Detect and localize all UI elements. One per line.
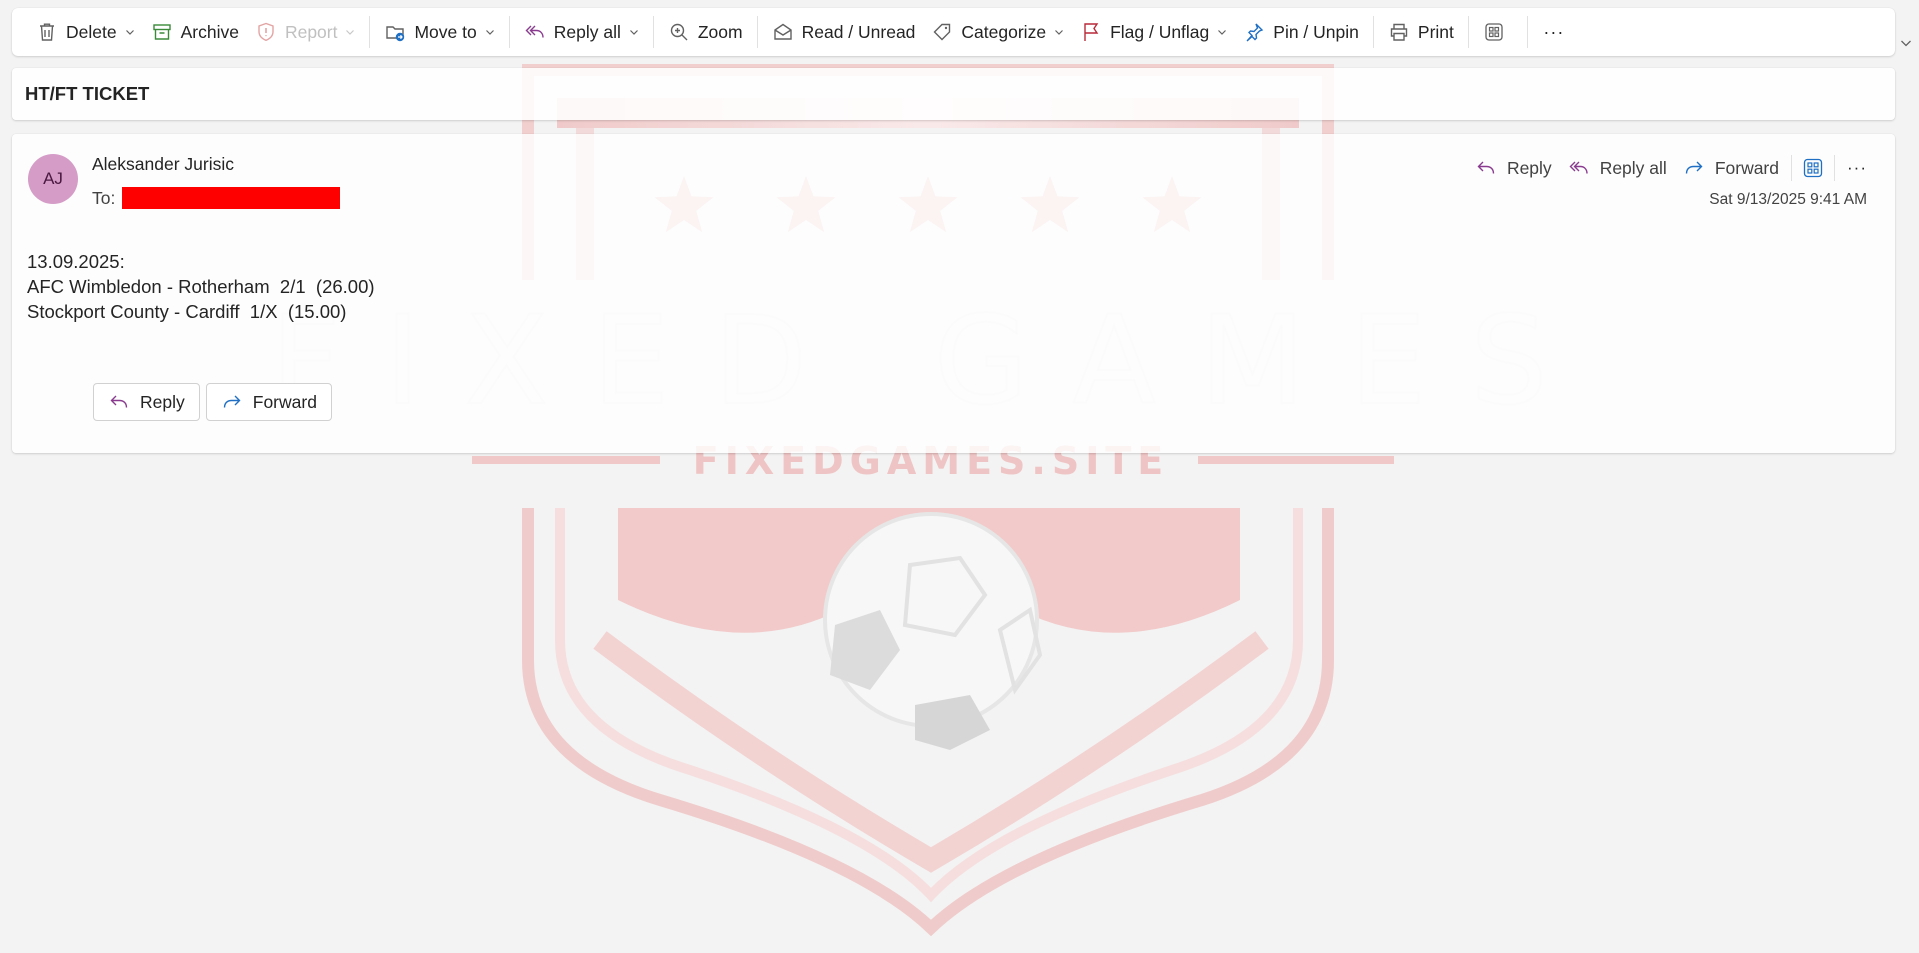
message-header-actions: Reply Reply all Forward ··· [1467, 152, 1875, 184]
header-divider [1791, 155, 1792, 181]
quick-reply-actions: Reply Forward [93, 383, 338, 421]
reply-all-button[interactable]: Reply all [516, 12, 647, 52]
report-button[interactable]: Report [247, 12, 364, 52]
archive-label: Archive [180, 21, 239, 42]
folder-move-icon [384, 21, 406, 43]
reply-button[interactable]: Reply [1467, 152, 1560, 184]
to-label: To: [92, 187, 116, 208]
archive-icon [151, 21, 173, 43]
chevron-down-icon[interactable] [125, 27, 135, 37]
toolbar-divider [1372, 16, 1374, 48]
forward-label: Forward [252, 391, 317, 412]
reply-all-label: Reply all [553, 21, 621, 42]
archive-button[interactable]: Archive [143, 12, 247, 52]
command-toolbar: Delete Archive Report Move to Reply all [12, 8, 1895, 56]
chevron-down-icon[interactable] [485, 27, 495, 37]
toolbar-divider [1526, 16, 1528, 48]
reply-button[interactable]: Reply [93, 383, 200, 421]
read-unread-label: Read / Unread [801, 21, 916, 42]
sender-name[interactable]: Aleksander Jurisic [92, 154, 234, 175]
body-line: 13.09.2025: [27, 251, 125, 272]
reply-all-label: Reply all [1599, 157, 1667, 178]
more-actions-button[interactable]: ··· [1839, 152, 1875, 184]
subject-text: HT/FT TICKET [25, 83, 150, 104]
toolbar-divider [756, 16, 758, 48]
pin-button[interactable]: Pin / Unpin [1235, 12, 1367, 52]
body-line: AFC Wimbledon - Rotherham 2/1 (26.00) [27, 276, 375, 297]
categorize-button[interactable]: Categorize [923, 12, 1072, 52]
zoom-in-icon [668, 21, 690, 43]
reply-label: Reply [1506, 157, 1552, 178]
message-subject: HT/FT TICKET [12, 68, 1895, 120]
forward-icon [1683, 157, 1705, 179]
chevron-down-icon[interactable] [1899, 36, 1913, 50]
shield [522, 508, 1334, 937]
trash-icon [36, 21, 58, 43]
reply-all-button[interactable]: Reply all [1560, 152, 1675, 184]
reply-icon [1475, 157, 1497, 179]
flag-button[interactable]: Flag / Unflag [1072, 12, 1235, 52]
delete-button[interactable]: Delete [28, 12, 143, 52]
reply-icon [108, 391, 130, 413]
forward-button[interactable]: Forward [1675, 152, 1787, 184]
forward-label: Forward [1714, 157, 1779, 178]
pin-icon [1243, 21, 1265, 43]
apps-button[interactable] [1475, 12, 1521, 52]
avatar[interactable]: AJ [28, 154, 78, 204]
reply-all-icon [1568, 157, 1590, 179]
toolbar-divider [508, 16, 510, 48]
message-date: Sat 9/13/2025 9:41 AM [1709, 191, 1867, 208]
soccer-ball [823, 512, 1043, 750]
report-label: Report [284, 21, 338, 42]
chevron-down-icon[interactable] [629, 27, 639, 37]
zoom-button[interactable]: Zoom [660, 12, 751, 52]
redacted-recipient [122, 187, 341, 209]
grid-apps-icon [1483, 21, 1505, 43]
zoom-label: Zoom [697, 21, 743, 42]
apps-button[interactable] [1796, 152, 1830, 184]
reply-all-icon [524, 21, 546, 43]
printer-icon [1388, 21, 1410, 43]
chevron-down-icon[interactable] [345, 27, 355, 37]
recipient-line: To: [92, 187, 341, 209]
read-unread-button[interactable]: Read / Unread [764, 12, 924, 52]
forward-button[interactable]: Forward [205, 383, 332, 421]
print-button[interactable]: Print [1380, 12, 1462, 52]
delete-label: Delete [66, 21, 117, 42]
toolbar-divider [1467, 16, 1469, 48]
flag-icon [1080, 21, 1102, 43]
print-label: Print [1417, 21, 1454, 42]
body-line: Stockport County - Cardiff 1/X (15.00) [27, 301, 347, 322]
reply-label: Reply [140, 391, 185, 412]
envelope-open-icon [772, 21, 794, 43]
move-to-label: Move to [414, 21, 477, 42]
toolbar-divider [652, 16, 654, 48]
toolbar-divider [369, 16, 371, 48]
grid-apps-icon [1803, 158, 1823, 178]
more-actions-button[interactable]: ··· [1534, 12, 1574, 52]
chevron-down-icon[interactable] [1054, 27, 1064, 37]
header-divider [1834, 155, 1835, 181]
forward-icon [221, 391, 243, 413]
chevron-down-icon[interactable] [1217, 27, 1227, 37]
categorize-label: Categorize [961, 21, 1047, 42]
pin-label: Pin / Unpin [1273, 21, 1359, 42]
message-body: 13.09.2025: AFC Wimbledon - Rotherham 2/… [27, 249, 375, 324]
tag-icon [931, 21, 953, 43]
shield-alert-icon [255, 21, 277, 43]
move-to-button[interactable]: Move to [376, 12, 502, 52]
message-card: AJ Aleksander Jurisic To: Reply Reply al… [12, 134, 1895, 453]
flag-label: Flag / Unflag [1110, 21, 1210, 42]
